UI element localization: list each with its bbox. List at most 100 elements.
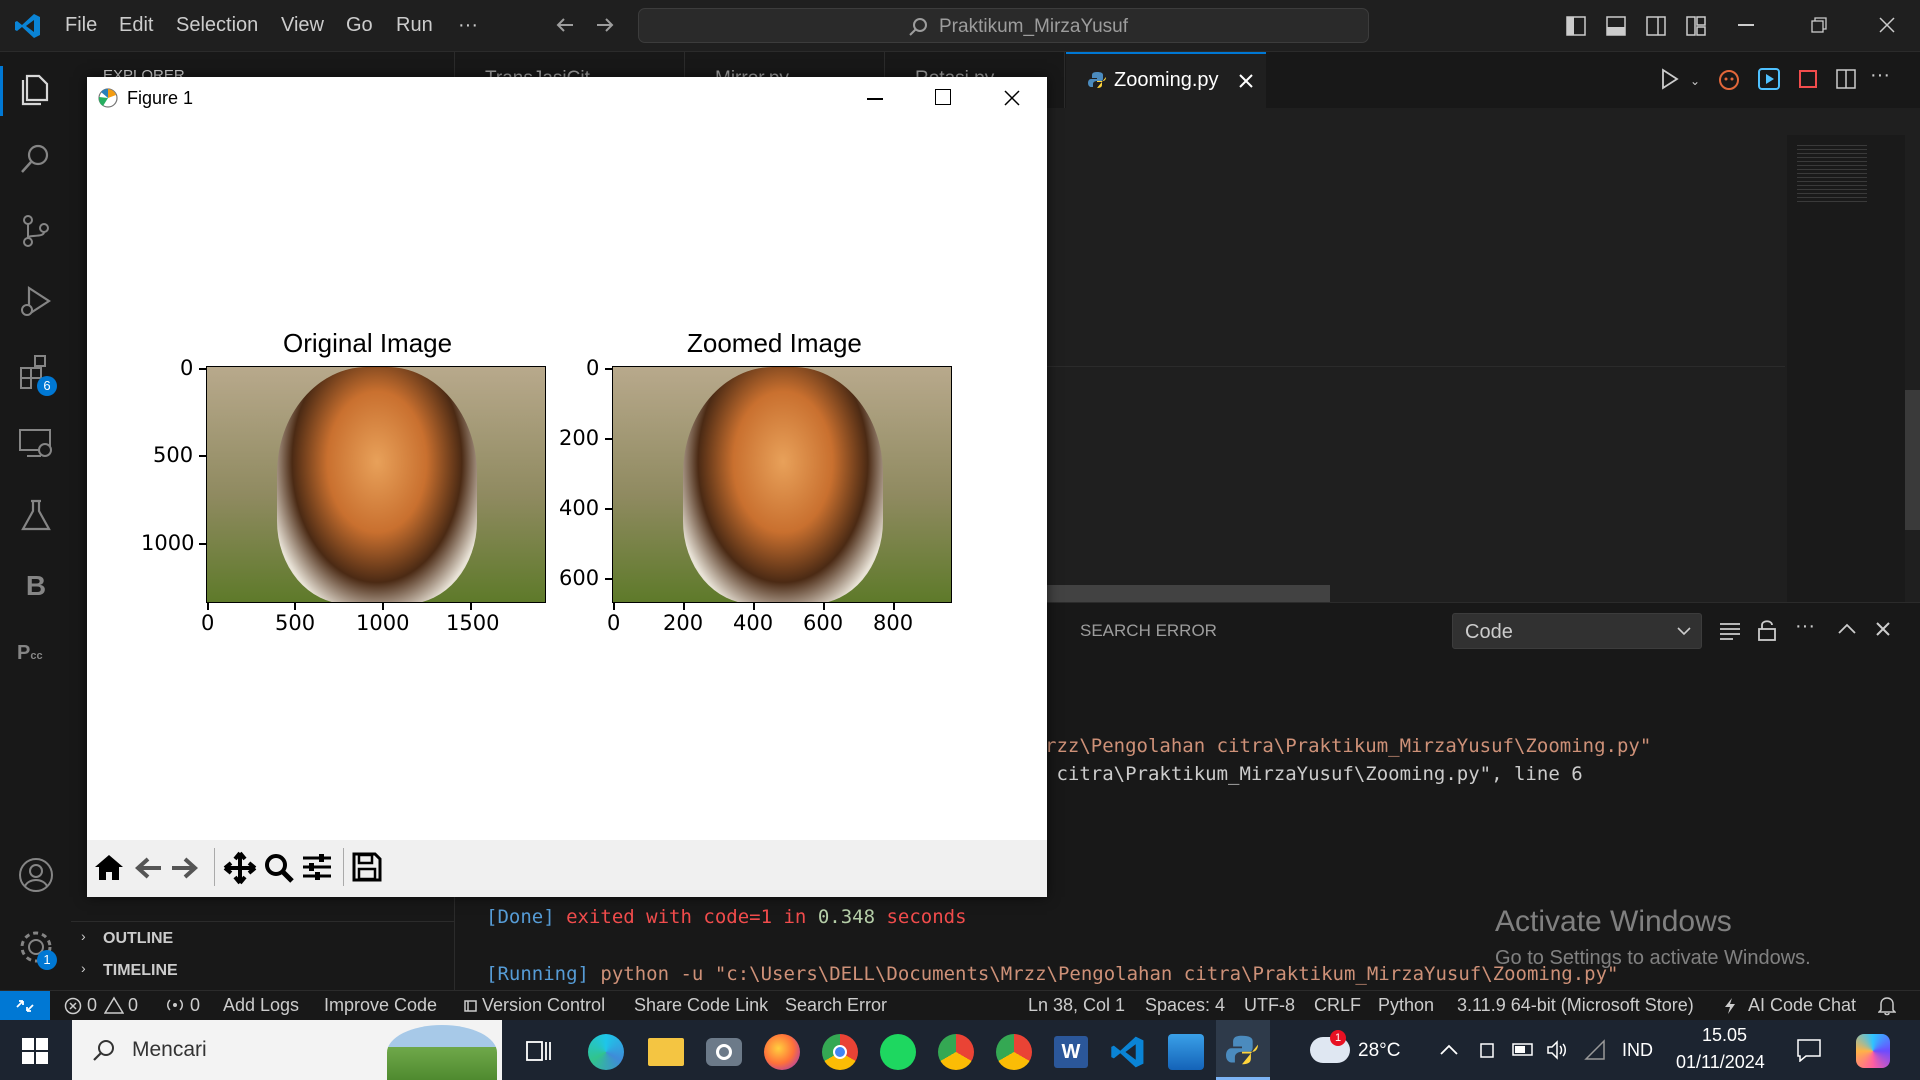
share-code-link[interactable]: Share Code Link <box>634 995 768 1016</box>
zoom-icon[interactable] <box>263 852 295 884</box>
search-error[interactable]: Search Error <box>785 995 887 1016</box>
ports-count[interactable]: 0 <box>190 995 200 1016</box>
copilot-icon[interactable] <box>1856 1034 1890 1068</box>
battery-icon[interactable] <box>1512 1042 1536 1058</box>
pan-icon[interactable] <box>223 851 257 885</box>
add-logs[interactable]: Add Logs <box>223 995 299 1016</box>
search-sidebar-icon[interactable] <box>17 140 55 178</box>
photos-icon[interactable] <box>1168 1034 1204 1070</box>
menu-more[interactable]: ··· <box>458 14 478 37</box>
vscode-taskbar-icon[interactable] <box>1110 1034 1146 1070</box>
windows-start-icon[interactable] <box>22 1038 48 1064</box>
menu-edit[interactable]: Edit <box>119 14 153 37</box>
forward-arrow-icon[interactable] <box>595 15 615 35</box>
debug-cat-icon[interactable] <box>1717 67 1741 91</box>
edge-browser-icon[interactable] <box>588 1034 624 1070</box>
vertical-scrollbar[interactable] <box>1905 390 1920 530</box>
output-channel-dropdown[interactable]: Code <box>1452 613 1702 649</box>
python-interpreter[interactable]: 3.11.9 64-bit (Microsoft Store) <box>1457 995 1694 1016</box>
menu-file[interactable]: File <box>65 14 97 37</box>
right-image-axes[interactable] <box>612 366 952 603</box>
panel-more-icon[interactable]: ··· <box>1795 615 1815 638</box>
indentation[interactable]: Spaces: 4 <box>1145 995 1225 1016</box>
word-icon[interactable]: W <box>1054 1036 1088 1068</box>
lock-icon[interactable] <box>1757 619 1777 641</box>
filter-lines-icon[interactable] <box>1719 621 1741 641</box>
menu-go[interactable]: Go <box>346 14 373 37</box>
menu-run[interactable]: Run <box>396 14 433 37</box>
wifi-icon[interactable] <box>1584 1039 1606 1061</box>
extensions-icon[interactable]: 6 <box>17 354 57 396</box>
configure-subplots-icon[interactable] <box>301 852 333 882</box>
toggle-panel-icon[interactable] <box>1605 15 1627 37</box>
figure-maximize-icon[interactable] <box>935 89 951 105</box>
split-editor-icon[interactable] <box>1835 68 1857 90</box>
explorer-icon[interactable] <box>17 70 55 108</box>
customize-layout-icon[interactable] <box>1685 15 1707 37</box>
more-actions-icon[interactable]: ··· <box>1870 64 1890 87</box>
chrome-profile-m-icon[interactable] <box>938 1034 974 1070</box>
run-debug-icon[interactable] <box>17 282 55 320</box>
taskbar-search-box[interactable]: Mencari <box>72 1020 502 1080</box>
spotify-icon[interactable] <box>880 1034 916 1070</box>
toggle-sidebar-icon[interactable] <box>1565 15 1587 37</box>
menu-view[interactable]: View <box>281 14 324 37</box>
notification-center-icon[interactable] <box>1796 1038 1822 1062</box>
close-window-icon[interactable] <box>1878 16 1896 34</box>
file-explorer-icon[interactable] <box>648 1038 684 1066</box>
notifications-bell-icon[interactable] <box>1878 996 1896 1016</box>
remote-explorer-icon[interactable] <box>17 424 55 462</box>
toggle-secondary-sidebar-icon[interactable] <box>1645 15 1667 37</box>
remote-indicator[interactable] <box>0 991 50 1021</box>
weather-temp[interactable]: 28°C <box>1358 1040 1400 1062</box>
chrome-profile-2-icon[interactable] <box>996 1034 1032 1070</box>
figure-minimize-icon[interactable] <box>867 98 883 100</box>
left-image-axes[interactable] <box>206 366 546 603</box>
pc-extension-icon[interactable]: Pcc <box>17 642 55 680</box>
back-icon[interactable] <box>133 854 163 882</box>
testing-icon[interactable] <box>17 497 55 535</box>
clock-date[interactable]: 01/11/2024 <box>1676 1052 1765 1073</box>
close-panel-icon[interactable] <box>1875 621 1891 637</box>
python-taskbar-item[interactable] <box>1216 1020 1270 1080</box>
error-count[interactable]: 0 <box>87 995 97 1016</box>
source-control-icon[interactable] <box>17 212 55 250</box>
close-tab-icon[interactable] <box>1238 73 1254 89</box>
timeline-section[interactable]: › TIMELINE <box>71 956 455 986</box>
b-extension-icon[interactable]: B <box>17 570 55 608</box>
clock-time[interactable]: 15.05 <box>1702 1025 1747 1046</box>
tab-zooming[interactable]: Zooming.py <box>1066 52 1266 108</box>
home-icon[interactable] <box>93 852 125 882</box>
encoding[interactable]: UTF-8 <box>1244 995 1295 1016</box>
save-figure-icon[interactable] <box>352 852 382 882</box>
firefox-icon[interactable] <box>764 1034 800 1070</box>
settings-gear-icon[interactable]: 1 <box>17 928 57 970</box>
outline-section[interactable]: › OUTLINE <box>71 924 455 954</box>
line-ending[interactable]: CRLF <box>1314 995 1361 1016</box>
ai-code-chat[interactable]: AI Code Chat <box>1748 995 1856 1016</box>
minimap[interactable] <box>1787 135 1905 602</box>
maximize-panel-icon[interactable] <box>1838 623 1856 635</box>
matplotlib-figure-window[interactable]: Figure 1 Original Image 0 500 1000 0 500… <box>87 77 1047 897</box>
menu-selection[interactable]: Selection <box>176 14 258 37</box>
meet-now-icon[interactable] <box>1478 1040 1498 1060</box>
forward-icon[interactable] <box>170 854 200 882</box>
figure-close-icon[interactable] <box>1003 89 1021 107</box>
run-code-icon[interactable] <box>1757 67 1781 91</box>
camera-app-icon[interactable] <box>706 1038 742 1066</box>
volume-icon[interactable] <box>1546 1039 1568 1061</box>
language-mode[interactable]: Python <box>1378 995 1434 1016</box>
input-language[interactable]: IND <box>1622 1040 1653 1061</box>
back-arrow-icon[interactable] <box>555 15 575 35</box>
panel-tab-search-error[interactable]: SEARCH ERROR <box>1080 621 1217 641</box>
restore-icon[interactable] <box>1810 16 1828 34</box>
warning-count[interactable]: 0 <box>128 995 138 1016</box>
stop-code-icon[interactable] <box>1797 68 1819 90</box>
account-icon[interactable] <box>17 856 55 894</box>
task-view-icon[interactable] <box>525 1038 553 1064</box>
chevron-up-icon[interactable] <box>1440 1044 1458 1056</box>
minimize-icon[interactable] <box>1738 24 1754 26</box>
command-center-search[interactable]: Praktikum_MirzaYusuf <box>638 8 1369 43</box>
cursor-position[interactable]: Ln 38, Col 1 <box>1028 995 1125 1016</box>
version-control[interactable]: Version Control <box>482 995 605 1016</box>
